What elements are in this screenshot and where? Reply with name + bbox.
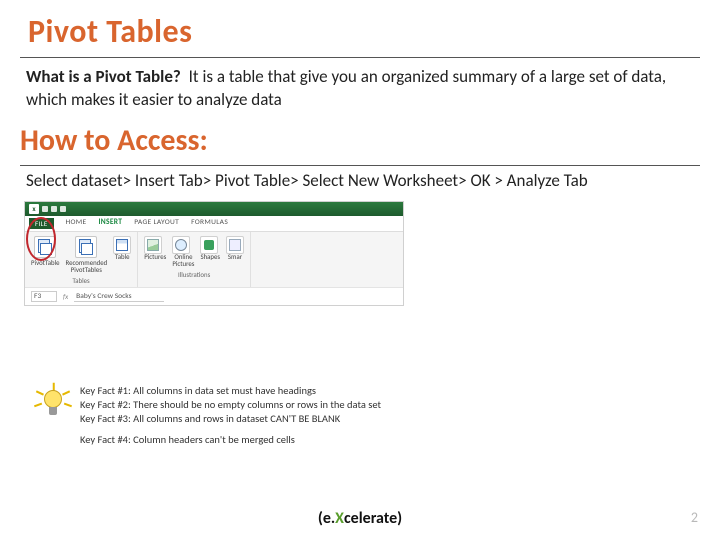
tab-formulas: FORMULAS bbox=[191, 218, 228, 229]
recommended-pivottables-button: Recommended PivotTables bbox=[66, 236, 108, 274]
intro-lead: What is a Pivot Table? bbox=[26, 66, 185, 87]
page-title: Pivot Tables bbox=[28, 12, 700, 51]
pictures-icon bbox=[144, 236, 162, 254]
lightbulb-icon bbox=[36, 384, 70, 422]
excel-icon: x bbox=[29, 204, 39, 214]
recommended-label: Recommended PivotTables bbox=[66, 260, 108, 274]
brand-rest: celerate) bbox=[344, 509, 402, 528]
table-label: Table bbox=[113, 254, 131, 261]
formula-bar: F3 fx Baby's Crew Socks bbox=[25, 287, 403, 305]
divider bbox=[20, 57, 700, 58]
group-label: Illustrations bbox=[144, 271, 244, 279]
formula-value: Baby's Crew Socks bbox=[74, 292, 164, 302]
key-facts: Key Fact #1: All columns in data set mus… bbox=[36, 384, 700, 447]
quick-access-toolbar: x bbox=[25, 202, 403, 216]
ribbon-groups: PivotTable Recommended PivotTables Table… bbox=[25, 232, 403, 287]
divider bbox=[20, 165, 700, 166]
group-tables: PivotTable Recommended PivotTables Table… bbox=[25, 232, 138, 287]
brand-open: (e. bbox=[318, 509, 335, 528]
pivottable-icon bbox=[38, 239, 50, 253]
pivottable-button: PivotTable bbox=[31, 236, 60, 274]
qat-icon bbox=[51, 206, 57, 212]
smartart-icon bbox=[226, 236, 244, 254]
key-fact-1: Key Fact #1: All columns in data set mus… bbox=[80, 384, 381, 398]
fx-icon: fx bbox=[63, 292, 68, 301]
intro-paragraph: What is a Pivot Table? It is a table tha… bbox=[26, 66, 694, 112]
brand-x: X bbox=[335, 509, 344, 528]
online-label: Online Pictures bbox=[172, 254, 194, 268]
access-path: Select dataset> Insert Tab> Pivot Table>… bbox=[26, 170, 694, 191]
name-box: F3 bbox=[31, 291, 57, 302]
slide: Pivot Tables What is a Pivot Table? It i… bbox=[0, 0, 720, 540]
key-fact-2: Key Fact #2: There should be no empty co… bbox=[80, 398, 381, 412]
key-fact-4: Key Fact #4: Column headers can't be mer… bbox=[80, 433, 381, 447]
key-facts-text: Key Fact #1: All columns in data set mus… bbox=[80, 384, 381, 447]
table-button: Table bbox=[113, 236, 131, 274]
pivottable-label: PivotTable bbox=[31, 260, 60, 267]
tab-home: HOME bbox=[66, 218, 87, 229]
tab-page-layout: PAGE LAYOUT bbox=[134, 218, 179, 229]
shapes-icon bbox=[200, 236, 218, 254]
qat-icon bbox=[60, 206, 66, 212]
group-label: Tables bbox=[31, 277, 131, 285]
table-icon bbox=[113, 236, 131, 254]
online-pictures-icon bbox=[172, 236, 190, 254]
smartart-label: Smar bbox=[226, 254, 244, 261]
tab-insert: INSERT bbox=[98, 218, 122, 229]
qat-icon bbox=[42, 206, 48, 212]
shapes-label: Shapes bbox=[200, 254, 220, 261]
pivottable-icon bbox=[79, 239, 91, 253]
ribbon-tabs: FILE HOME INSERT PAGE LAYOUT FORMULAS bbox=[25, 216, 403, 232]
pictures-label: Pictures bbox=[144, 254, 166, 261]
page-number: 2 bbox=[691, 509, 698, 526]
key-fact-3: Key Fact #3: All columns and rows in dat… bbox=[80, 412, 381, 426]
excel-ribbon-screenshot: x FILE HOME INSERT PAGE LAYOUT FORMULAS … bbox=[24, 201, 404, 306]
how-to-access-heading: How to Access: bbox=[20, 122, 700, 159]
group-illustrations: Pictures Online Pictures Shapes Smar Ill… bbox=[138, 232, 251, 287]
brand-footer: (e.Xcelerate) bbox=[0, 509, 720, 528]
tab-file: FILE bbox=[29, 218, 54, 229]
